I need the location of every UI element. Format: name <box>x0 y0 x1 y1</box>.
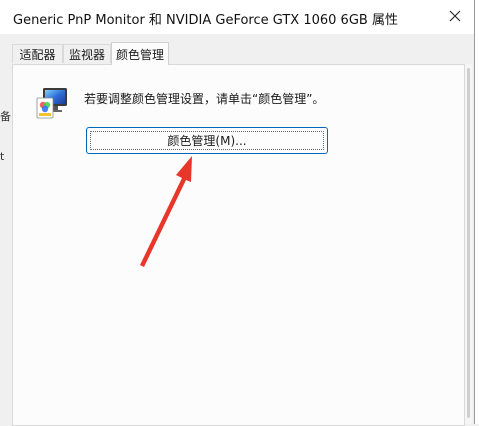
color-management-panel: 若要调整颜色管理设置，请单击“颜色管理”。 颜色管理(M)... <box>12 64 465 426</box>
title-bar[interactable]: Generic PnP Monitor 和 NVIDIA GeForce GTX… <box>0 0 474 34</box>
window-title: Generic PnP Monitor 和 NVIDIA GeForce GTX… <box>13 13 398 28</box>
background-window <box>475 0 479 424</box>
close-icon <box>449 10 461 22</box>
close-button[interactable] <box>440 2 470 30</box>
tab-monitor-label: 监视器 <box>68 47 105 62</box>
instruction-text: 若要调整颜色管理设置，请单击“颜色管理”。 <box>84 92 325 106</box>
annotation-arrow <box>140 156 192 267</box>
background-text-fragment: t <box>0 150 5 163</box>
color-management-button-label: 颜色管理(M)... <box>167 134 247 148</box>
scrollbar[interactable] <box>463 64 474 424</box>
tab-monitor[interactable]: 监视器 <box>63 44 111 63</box>
tab-color-management[interactable]: 颜色管理 <box>111 42 169 65</box>
tab-color-management-label: 颜色管理 <box>115 47 164 62</box>
background-text-fragment: 备 <box>0 110 11 123</box>
color-management-button[interactable]: 颜色管理(M)... <box>86 127 328 154</box>
tab-adapter-label: 适配器 <box>19 47 56 62</box>
properties-dialog: Generic PnP Monitor 和 NVIDIA GeForce GTX… <box>0 0 475 426</box>
color-monitor-icon <box>36 88 67 119</box>
tab-adapter[interactable]: 适配器 <box>12 44 63 63</box>
